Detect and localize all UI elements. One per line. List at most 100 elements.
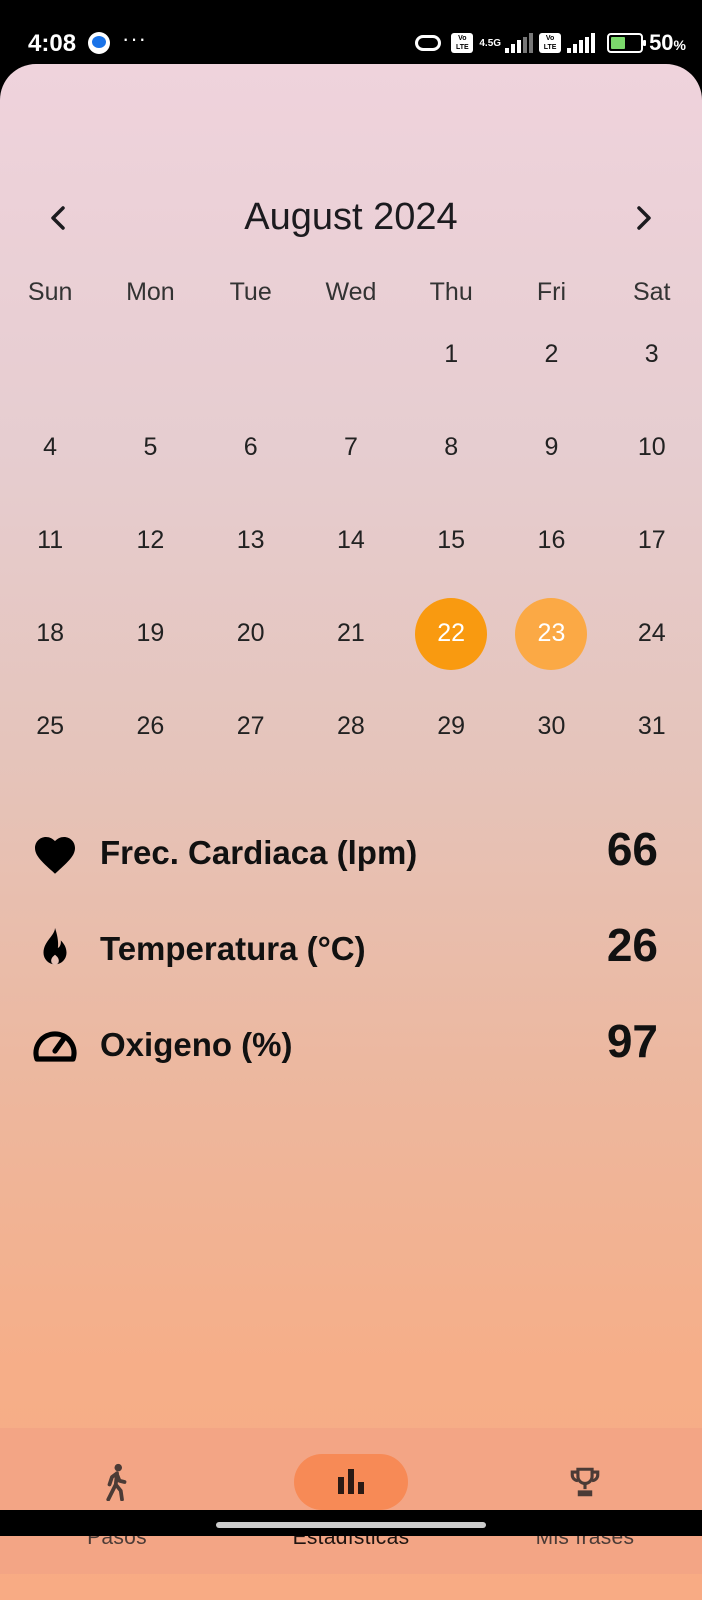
weekday-label: Tue xyxy=(229,278,272,306)
signal-icon xyxy=(505,33,534,53)
calendar-day-number: 2 xyxy=(544,340,559,368)
calendar-day[interactable]: 31 xyxy=(602,680,702,773)
calendar-days-grid: 1 2 3 4 5 6 7 8 9 10 11 12 13 14 15 16 17 18 19 20 21 22 23 24 2… xyxy=(0,308,702,773)
calendar-day[interactable]: 18 xyxy=(0,587,100,680)
calendar-day[interactable]: 20 xyxy=(201,587,301,680)
calendar-day-number: 13 xyxy=(236,526,265,554)
heart-icon xyxy=(30,828,80,878)
calendar-day[interactable]: 2 xyxy=(501,308,601,401)
calendar-day[interactable]: 7 xyxy=(301,401,401,494)
calendar-day[interactable]: 5 xyxy=(100,401,200,494)
calendar-day-number: 16 xyxy=(537,526,566,554)
calendar-day[interactable]: 11 xyxy=(0,494,100,587)
network-type-label: 4.5G xyxy=(479,37,502,49)
calendar-empty-cell xyxy=(100,308,200,401)
calendar-day[interactable]: 27 xyxy=(201,680,301,773)
calendar-day-number: 27 xyxy=(236,712,265,740)
calendar-day-number: 18 xyxy=(36,619,65,647)
calendar-day-number: 26 xyxy=(136,712,165,740)
app-surface: August 2024 Sun Mon Tue Wed Thu Fri Sat … xyxy=(0,64,702,1600)
calendar-day[interactable]: 24 xyxy=(602,587,702,680)
stat-label: Temperatura (°C) xyxy=(100,930,366,967)
calendar-day[interactable]: 17 xyxy=(602,494,702,587)
speedometer-icon xyxy=(30,1020,80,1070)
calendar-day[interactable]: 23 xyxy=(501,587,601,680)
nav-item-mis-frases[interactable]: Mis frases xyxy=(468,1428,702,1574)
calendar-day-number: 20 xyxy=(236,619,265,647)
calendar-day[interactable]: 4 xyxy=(0,401,100,494)
weekday-label: Fri xyxy=(536,278,567,306)
stat-value: 97 xyxy=(606,1015,658,1067)
calendar-day[interactable]: 15 xyxy=(401,494,501,587)
calendar-day-number: 15 xyxy=(437,526,466,554)
calendar-day-number: 6 xyxy=(243,433,258,461)
bar-chart-icon xyxy=(338,1469,364,1494)
battery-charging-icon xyxy=(607,33,647,53)
calendar-day-number: 28 xyxy=(337,712,365,740)
calendar-day[interactable]: 30 xyxy=(501,680,601,773)
calendar-day-number: 8 xyxy=(444,433,459,461)
calendar-day-number xyxy=(215,319,287,391)
calendar-empty-cell xyxy=(0,308,100,401)
calendar-day[interactable]: 1 xyxy=(401,308,501,401)
calendar-day-number: 5 xyxy=(143,433,158,461)
stat-temperature: Temperatura (°C) 26 xyxy=(0,902,702,998)
nav-indicator xyxy=(294,1454,408,1510)
calendar-day[interactable]: 26 xyxy=(100,680,200,773)
calendar-day-number: 3 xyxy=(644,340,659,368)
calendar-day[interactable]: 6 xyxy=(201,401,301,494)
signal-icon xyxy=(567,33,596,53)
nav-item-estadisticas[interactable]: Estadísticas xyxy=(234,1428,468,1574)
calendar-day-number: 4 xyxy=(43,433,58,461)
nav-item-pasos[interactable]: Pasos xyxy=(0,1428,234,1574)
calendar-day-number xyxy=(114,319,186,391)
calendar-day-number: 19 xyxy=(136,619,165,647)
calendar-day[interactable]: 8 xyxy=(401,401,501,494)
calendar-day-number: 31 xyxy=(637,712,666,740)
next-month-button[interactable] xyxy=(616,190,672,246)
calendar-day[interactable]: 9 xyxy=(501,401,601,494)
stat-oxygen: Oxigeno (%) 97 xyxy=(0,998,702,1094)
calendar-day-number: 7 xyxy=(343,433,358,461)
calendar-empty-cell xyxy=(301,308,401,401)
calendar-day-number: 25 xyxy=(36,712,65,740)
calendar-day-number: 9 xyxy=(544,433,559,461)
calendar-day[interactable]: 13 xyxy=(201,494,301,587)
calendar-header: August 2024 xyxy=(0,184,702,254)
calendar-day[interactable]: 19 xyxy=(100,587,200,680)
calendar-day[interactable]: 14 xyxy=(301,494,401,587)
calendar-day-number xyxy=(315,319,387,391)
nav-indicator xyxy=(528,1454,642,1510)
volte-icon: Vo LTE xyxy=(451,33,474,53)
weekday-label: Thu xyxy=(429,278,473,306)
calendar-empty-cell xyxy=(201,308,301,401)
nav-indicator xyxy=(60,1454,174,1510)
stat-value: 26 xyxy=(606,919,658,971)
calendar-day[interactable]: 12 xyxy=(100,494,200,587)
more-notifications-icon: ··· xyxy=(122,26,147,51)
calendar-day[interactable]: 21 xyxy=(301,587,401,680)
battery-percent: 50% xyxy=(649,30,686,55)
stat-label: Frec. Cardiaca (lpm) xyxy=(100,834,418,871)
weekday-header: Sun Mon Tue Wed Thu Fri Sat xyxy=(0,278,702,307)
weekday-label: Wed xyxy=(325,278,377,306)
chevron-right-icon xyxy=(637,206,651,230)
calendar-day[interactable]: 16 xyxy=(501,494,601,587)
calendar-day[interactable]: 29 xyxy=(401,680,501,773)
calendar-day-number: 10 xyxy=(637,433,666,461)
calendar-day-number: 12 xyxy=(136,526,165,554)
weekday-label: Mon xyxy=(126,278,175,306)
calendar-day[interactable]: 3 xyxy=(602,308,702,401)
link-icon xyxy=(415,35,442,51)
calendar-day[interactable]: 22 xyxy=(401,587,501,680)
calendar-day[interactable]: 25 xyxy=(0,680,100,773)
calendar-day-number: 1 xyxy=(444,340,459,368)
trophy-icon xyxy=(570,1467,600,1497)
calendar-day[interactable]: 10 xyxy=(602,401,702,494)
calendar-day-number: 24 xyxy=(637,619,666,647)
calendar-day-number xyxy=(14,319,86,391)
stat-value: 66 xyxy=(606,823,658,875)
home-gesture-bar[interactable] xyxy=(216,1522,486,1528)
calendar-day-number: 23 xyxy=(515,597,588,670)
calendar-day[interactable]: 28 xyxy=(301,680,401,773)
